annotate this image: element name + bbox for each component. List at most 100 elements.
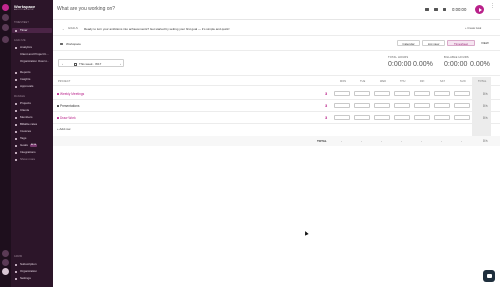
app-rail: [0, 0, 11, 287]
sidebar-item-integrations[interactable]: Integrations: [12, 150, 52, 155]
time-cell[interactable]: [434, 91, 450, 96]
time-cell[interactable]: [334, 103, 350, 108]
sidebar-item-goals[interactable]: Goals BETA: [12, 143, 52, 148]
time-cell[interactable]: [334, 91, 350, 96]
sidebar-item-label: Show more: [20, 157, 36, 161]
time-cell[interactable]: [454, 115, 470, 120]
time-cell[interactable]: [434, 103, 450, 108]
project-name[interactable]: Draw Work: [60, 116, 76, 120]
time-cell[interactable]: [454, 91, 470, 96]
description-input[interactable]: What are you working on?: [57, 6, 115, 12]
add-row-button[interactable]: + Add row: [57, 127, 70, 131]
sidebar-item-billable-rates[interactable]: Billable rates: [12, 122, 52, 127]
day-header-fri: FRI: [420, 80, 425, 83]
time-cell[interactable]: [434, 115, 450, 120]
sidebar-item-tags[interactable]: Tags: [12, 136, 52, 141]
sidebar-item-subscription[interactable]: Subscription: [12, 262, 52, 267]
billable-hours-percent: 0.00%: [470, 61, 490, 68]
project-color-dot: [57, 117, 59, 119]
section-label-admin: ADMIN: [14, 256, 23, 258]
folder-icon[interactable]: [425, 8, 429, 11]
calendar-view-button[interactable]: Calendar: [397, 40, 420, 46]
time-cell[interactable]: [354, 91, 370, 96]
notifications-icon[interactable]: [2, 259, 9, 266]
billable-hours-label: BILLABLE HOURS: [444, 56, 469, 59]
start-timer-button[interactable]: [475, 5, 484, 14]
chevron-down-icon: [15, 158, 17, 161]
users-icon: [15, 116, 17, 119]
previous-week-icon[interactable]: ‹: [62, 62, 63, 66]
chart-icon: [15, 46, 17, 49]
calendar-icon: [74, 62, 77, 66]
rail-add-icon[interactable]: [2, 36, 9, 43]
avatar[interactable]: [2, 268, 9, 275]
time-cell[interactable]: [394, 103, 410, 108]
more-options-icon[interactable]: ⋮: [490, 4, 495, 9]
time-cell[interactable]: [334, 115, 350, 120]
time-cell[interactable]: [374, 103, 390, 108]
sidebar-item-invoices[interactable]: Invoices: [12, 129, 52, 134]
dollar-icon[interactable]: [443, 8, 446, 11]
sidebar-item-label: Goals: [20, 143, 28, 147]
sidebar-item-analytics[interactable]: Analytics: [12, 45, 52, 50]
entry-count: 3: [325, 91, 328, 96]
time-cell[interactable]: [454, 103, 470, 108]
divider: [53, 35, 500, 36]
sidebar-item-reports[interactable]: Reports: [12, 70, 52, 75]
sidebar: Workspace ABOUT PLAN SETUP TIMESHEET Tim…: [11, 0, 53, 287]
billable-hours-value: 0:00:00: [444, 61, 468, 68]
week-picker[interactable]: ‹ This week · W17 ›: [58, 59, 124, 67]
tag-icon[interactable]: [434, 8, 438, 11]
goals-label: GOALS: [68, 27, 78, 30]
sidebar-item-label: Members: [20, 115, 33, 119]
chevron-down-icon[interactable]: ⌄: [62, 27, 65, 31]
time-cell[interactable]: [374, 115, 390, 120]
workspace-subtitle: ABOUT PLAN SETUP: [14, 9, 34, 11]
workspace-title: Workspace: [66, 42, 81, 46]
time-cell[interactable]: [354, 115, 370, 120]
row-total: 0 h: [483, 103, 488, 108]
sidebar-item-clients[interactable]: Clients: [12, 108, 52, 113]
rail-app-icon[interactable]: [2, 14, 9, 21]
sidebar-item-organization[interactable]: Organization: [12, 269, 52, 274]
sidebar-item-timer[interactable]: Timer: [12, 28, 52, 33]
sidebar-item-org-overview[interactable]: Organization Overvi...: [12, 59, 52, 64]
report-icon: [15, 71, 17, 74]
sidebar-show-more[interactable]: Show more: [12, 157, 52, 162]
day-total: -: [441, 139, 442, 143]
divider: [53, 50, 500, 51]
sidebar-item-members[interactable]: Members: [12, 115, 52, 120]
create-goal-button[interactable]: + Create Goal: [465, 27, 481, 30]
briefcase-icon: [15, 109, 17, 112]
view-menu[interactable]: VIEW: [481, 41, 489, 45]
time-cell[interactable]: [394, 91, 410, 96]
sidebar-item-settings[interactable]: Settings: [12, 276, 52, 281]
row-total: 0 h: [483, 115, 488, 120]
sidebar-item-label: Settings: [20, 276, 31, 280]
time-cell[interactable]: [354, 103, 370, 108]
grand-total: 0 h: [483, 139, 488, 143]
table-row: Presentations 3 0 h: [53, 100, 500, 111]
project-name[interactable]: Presentations: [60, 104, 80, 108]
app-logo-icon[interactable]: [2, 4, 9, 11]
sidebar-item-insights[interactable]: Insights: [12, 77, 52, 82]
sidebar-item-projects[interactable]: Projects: [12, 101, 52, 106]
day-header-sat: SAT: [440, 80, 446, 83]
folder-icon: [15, 102, 17, 105]
time-cell[interactable]: [374, 91, 390, 96]
gear-icon: [15, 277, 17, 280]
rail-app-icon[interactable]: [2, 24, 9, 31]
project-color-dot: [57, 105, 59, 107]
time-cell[interactable]: [394, 115, 410, 120]
help-icon[interactable]: [2, 250, 9, 257]
sidebar-item-client-project[interactable]: Client and Project b...: [12, 52, 52, 57]
next-week-icon[interactable]: ›: [120, 62, 121, 66]
timesheet-view-button[interactable]: Timesheet: [447, 40, 475, 46]
time-cell[interactable]: [414, 115, 430, 120]
time-cell[interactable]: [414, 91, 430, 96]
sidebar-item-approvals[interactable]: Approvals: [12, 84, 52, 89]
time-cell[interactable]: [414, 103, 430, 108]
chat-support-button[interactable]: [483, 270, 495, 282]
list-view-button[interactable]: List view: [422, 40, 445, 46]
project-name[interactable]: Weekly Meetings: [60, 92, 84, 96]
